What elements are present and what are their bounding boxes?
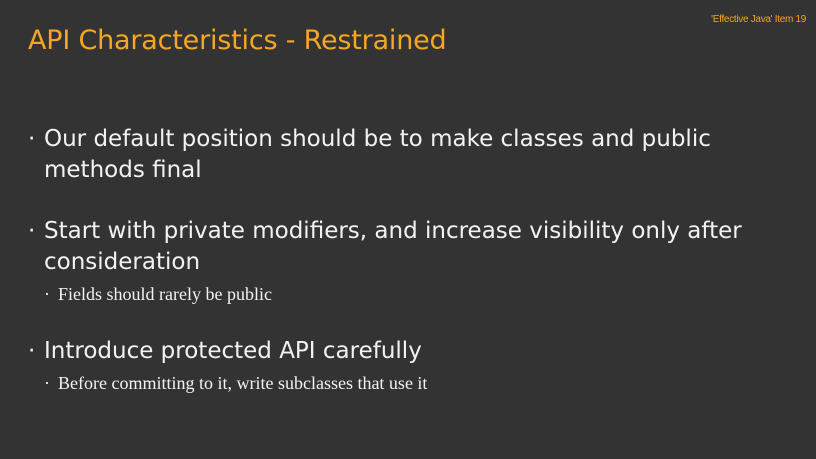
bullet-point-icon: ·	[28, 126, 36, 152]
bullet-text: Introduce protected API carefully	[44, 338, 422, 364]
source-reference: 'Effective Java' Item 19	[711, 14, 806, 25]
bullet-list: · Our default position should be to make…	[28, 124, 808, 395]
bullet-text: Our default position should be to make c…	[44, 126, 711, 183]
sub-bullet-point-icon: ·	[44, 284, 50, 304]
slide: 'Effective Java' Item 19 API Characteris…	[0, 0, 816, 459]
sub-bullet-text: Fields should rarely be public	[58, 284, 272, 304]
sub-bullet-list: · Fields should rarely be public	[44, 282, 808, 306]
sub-bullet-item: · Before committing to it, write subclas…	[44, 371, 808, 395]
sub-bullet-list: · Before committing to it, write subclas…	[44, 371, 808, 395]
slide-title: API Characteristics - Restrained	[28, 25, 447, 56]
sub-bullet-text: Before committing to it, write subclasse…	[58, 373, 428, 393]
bullet-item: · Our default position should be to make…	[28, 124, 808, 186]
bullet-text: Start with private modifiers, and increa…	[44, 218, 742, 275]
sub-bullet-item: · Fields should rarely be public	[44, 282, 808, 306]
bullet-item: · Start with private modifiers, and incr…	[28, 216, 808, 306]
bullet-item: · Introduce protected API carefully · Be…	[28, 336, 808, 395]
bullet-point-icon: ·	[28, 218, 36, 244]
sub-bullet-point-icon: ·	[44, 373, 50, 393]
bullet-point-icon: ·	[28, 338, 36, 364]
